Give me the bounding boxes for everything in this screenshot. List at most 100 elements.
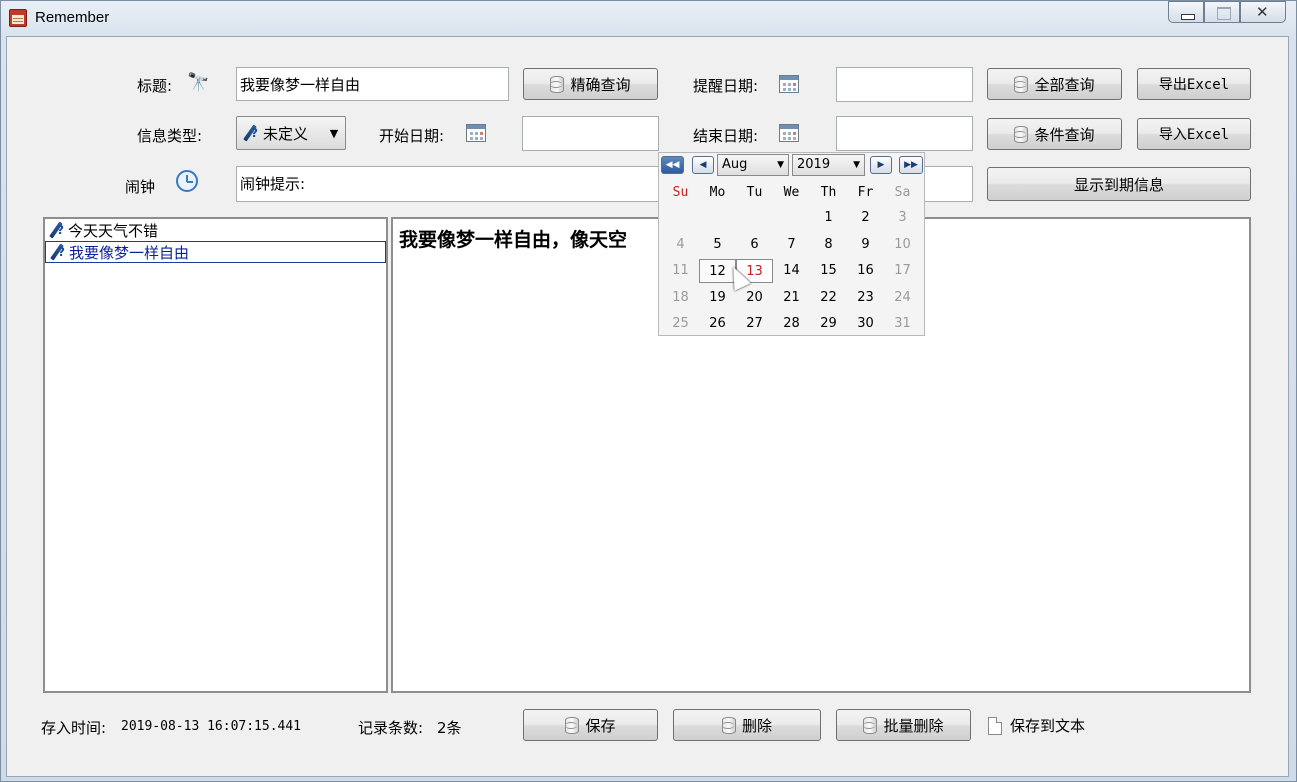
database-icon [1014, 75, 1029, 93]
calendar-day[interactable]: 27 [736, 312, 773, 336]
main-panel: 标题: 🔭 我要像梦一样自由 精确查询 提醒日期: 全部查询 导出Excel 信… [6, 36, 1289, 777]
start-date-input[interactable] [522, 116, 659, 151]
calendar-icon[interactable] [779, 75, 799, 93]
next-year-button[interactable]: ▶▶ [899, 156, 923, 174]
database-delete-icon [721, 716, 736, 734]
next-month-button[interactable]: ▶ [870, 156, 892, 174]
calendar-day[interactable]: 14 [773, 259, 810, 283]
alarm-label: 闹钟 [125, 178, 156, 196]
title-input[interactable]: 我要像梦一样自由 [236, 67, 509, 101]
calendar-day[interactable]: 24 [884, 286, 921, 310]
calendar-day[interactable]: 7 [773, 233, 810, 257]
calendar-day[interactable]: 10 [884, 233, 921, 257]
record-count-value: 2条 [437, 719, 462, 737]
month-select[interactable]: Aug ▼ [717, 154, 789, 176]
save-to-text-button[interactable]: 保存到文本 [988, 715, 1085, 736]
condition-query-button[interactable]: 条件查询 [987, 118, 1122, 150]
calendar-day[interactable]: 19 [699, 286, 736, 310]
database-icon [550, 75, 565, 93]
clock-icon[interactable] [176, 170, 198, 192]
export-excel-button[interactable]: 导出Excel [1137, 68, 1251, 100]
end-date-input[interactable] [836, 116, 973, 151]
info-type-label: 信息类型: [137, 127, 203, 145]
date-picker-popup[interactable]: ◀◀ ◀ Aug ▼ 2019 ▼ ▶ ▶▶ Su Mo Tu We Th Fr Sa 1 2 3… [658, 152, 925, 336]
list-item[interactable]: 今天天气不错 [45, 219, 386, 241]
exact-query-button[interactable]: 精确查询 [523, 68, 658, 100]
delete-label: 删除 [741, 716, 772, 735]
import-excel-button[interactable]: 导入Excel [1137, 118, 1251, 150]
maximize-button[interactable] [1204, 1, 1240, 23]
calendar-icon[interactable] [466, 124, 486, 142]
calendar-day[interactable]: 17 [884, 259, 921, 283]
calendar-day[interactable]: 23 [847, 286, 884, 310]
calendar-day[interactable]: 30 [847, 312, 884, 336]
save-button[interactable]: 保存 [523, 709, 658, 741]
database-delete-icon [863, 716, 878, 734]
saved-time-value: 2019-08-13 16:07:15.441 [121, 719, 302, 734]
record-count-label: 记录条数: [358, 719, 424, 737]
calendar-day[interactable]: 2 [847, 206, 884, 230]
all-query-button[interactable]: 全部查询 [987, 68, 1122, 100]
record-list[interactable]: 今天天气不错 我要像梦一样自由 [43, 217, 388, 693]
calendar-day[interactable]: 5 [699, 233, 736, 257]
end-date-label: 结束日期: [693, 127, 759, 145]
exact-query-label: 精确查询 [570, 75, 631, 94]
calendar-day[interactable]: 3 [884, 206, 921, 230]
weekday-header: Th [820, 185, 837, 200]
window-title: Remember [35, 9, 110, 26]
calendar-day[interactable]: 25 [662, 312, 699, 336]
calendar-day[interactable]: 20 [736, 286, 773, 310]
pen-icon [47, 221, 65, 239]
calendar-day[interactable]: 8 [810, 233, 847, 257]
weekday-header: Tu [746, 185, 763, 200]
year-value: 2019 [797, 157, 831, 172]
chevron-down-icon: ▼ [853, 160, 860, 170]
calendar-day[interactable]: 15 [810, 259, 847, 283]
calendar-day[interactable]: 4 [662, 233, 699, 257]
calendar-day[interactable]: 16 [847, 259, 884, 283]
year-select[interactable]: 2019 ▼ [792, 154, 865, 176]
condition-query-label: 条件查询 [1034, 125, 1095, 144]
start-date-label: 开始日期: [379, 127, 445, 145]
batch-delete-button[interactable]: 批量删除 [836, 709, 971, 741]
minimize-button[interactable] [1168, 1, 1204, 23]
all-query-label: 全部查询 [1034, 75, 1095, 94]
show-expired-label: 显示到期信息 [1073, 175, 1164, 194]
calendar-day[interactable]: 18 [662, 286, 699, 310]
calendar-icon[interactable] [779, 124, 799, 142]
calendar-day[interactable]: 9 [847, 233, 884, 257]
calendar-day[interactable]: 29 [810, 312, 847, 336]
info-type-dropdown[interactable]: 未定义 ▼ [236, 116, 346, 150]
prev-year-button[interactable]: ◀◀ [661, 156, 684, 174]
binoculars-icon: 🔭 [187, 72, 210, 93]
close-button[interactable] [1240, 1, 1286, 23]
list-item-label: 我要像梦一样自由 [69, 243, 190, 262]
batch-delete-label: 批量删除 [883, 716, 944, 735]
calendar-day[interactable]: 6 [736, 233, 773, 257]
import-excel-label: 导入Excel [1158, 127, 1230, 143]
calendar-day[interactable]: 31 [884, 312, 921, 336]
title-bar[interactable]: Remember [1, 1, 1296, 35]
weekday-header: Mo [709, 185, 726, 200]
remind-date-input[interactable] [836, 67, 973, 102]
saved-time-label: 存入时间: [41, 719, 107, 737]
month-value: Aug [722, 157, 748, 172]
remind-date-label: 提醒日期: [693, 77, 759, 95]
calendar-day[interactable]: 26 [699, 312, 736, 336]
weekday-header: Su [672, 185, 689, 200]
weekday-header: We [783, 185, 800, 200]
list-item[interactable]: 我要像梦一样自由 [45, 241, 386, 263]
calendar-day[interactable]: 28 [773, 312, 810, 336]
calendar-day[interactable]: 22 [810, 286, 847, 310]
notebook-icon [9, 9, 27, 27]
list-item-label: 今天天气不错 [68, 221, 159, 240]
show-expired-button[interactable]: 显示到期信息 [987, 167, 1251, 201]
database-icon [1014, 125, 1029, 143]
calendar-day[interactable]: 1 [810, 206, 847, 230]
calendar-day[interactable]: 11 [662, 259, 699, 283]
title-label: 标题: [137, 77, 173, 95]
calendar-day[interactable]: 21 [773, 286, 810, 310]
delete-button[interactable]: 删除 [673, 709, 821, 741]
prev-month-button[interactable]: ◀ [692, 156, 714, 174]
window-controls [1168, 1, 1286, 23]
